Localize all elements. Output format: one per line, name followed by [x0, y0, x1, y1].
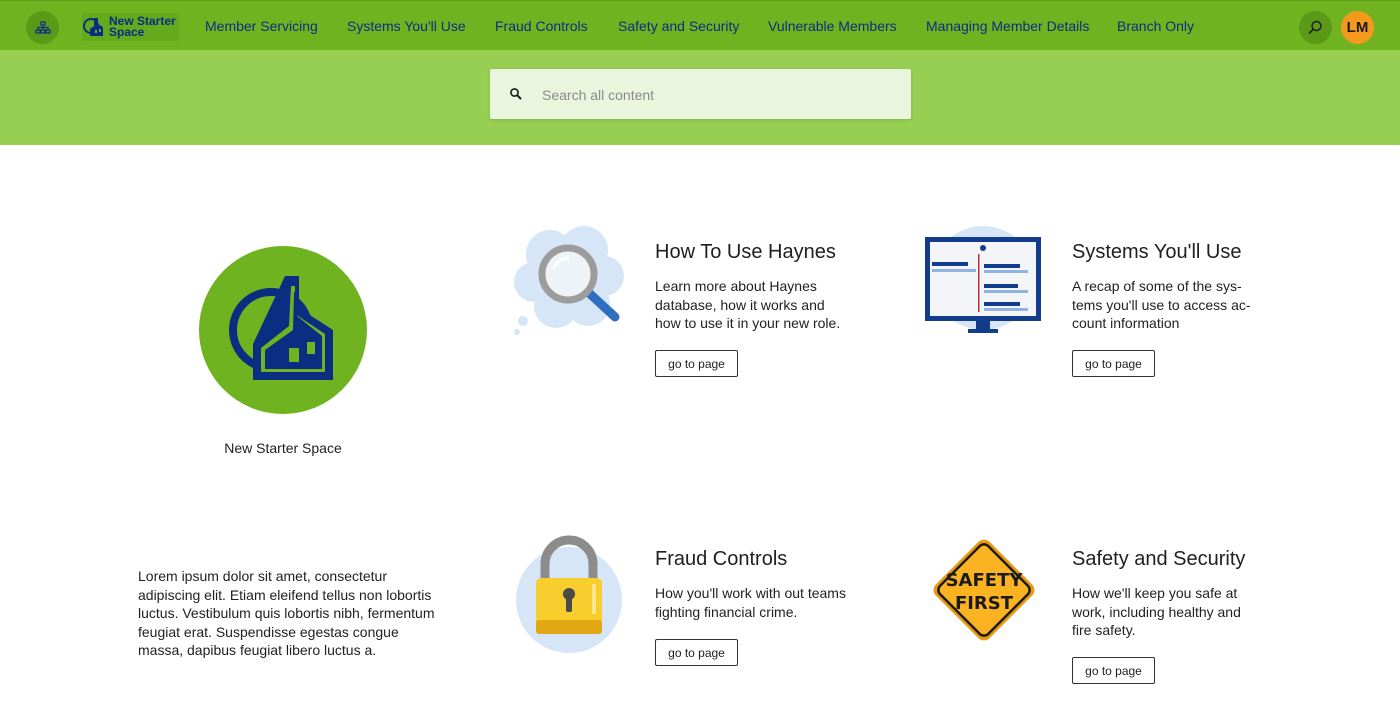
sign-text-safety: SAFETY — [946, 570, 1024, 591]
magnifier-cloud-icon — [512, 224, 627, 341]
intro-text: Lorem ipsum dolor sit amet, consectetur … — [138, 568, 435, 658]
card-title-fraud-controls: Fraud Controls — [655, 548, 788, 570]
search-icon — [1308, 20, 1322, 34]
card-title-how-to-use-haynes: How To Use Haynes — [655, 241, 836, 263]
logo-line2: Space — [109, 25, 145, 39]
monitor-icon — [922, 226, 1044, 341]
hero-logo — [199, 246, 367, 414]
nav-member-servicing[interactable]: Member Servicing — [205, 18, 318, 34]
go-to-page-button[interactable]: go to page — [655, 639, 738, 666]
header-search-button[interactable] — [1299, 11, 1332, 44]
nav-managing-member-details[interactable]: Managing Member Details — [926, 18, 1089, 34]
user-avatar[interactable]: LM — [1341, 11, 1374, 44]
house-logo-icon — [83, 18, 103, 36]
nav-safety-and-security[interactable]: Safety and Security — [618, 18, 739, 34]
sitemap-button[interactable] — [26, 11, 59, 44]
padlock-icon — [512, 532, 627, 659]
card-description: How you'll work with out teams fighting … — [655, 585, 846, 620]
nav-fraud-controls[interactable]: Fraud Controls — [495, 18, 588, 34]
card-description: A recap of some of the sys-tems you'll u… — [1072, 278, 1251, 331]
card-title-systems-youll-use: Systems You'll Use — [1072, 241, 1242, 263]
top-navigation-bar: New Starter Space Member Servicing Syste… — [0, 0, 1400, 50]
hero-label: New Starter Space — [224, 440, 342, 456]
nav-systems-youll-use[interactable]: Systems You'll Use — [347, 18, 466, 34]
go-to-page-button[interactable]: go to page — [1072, 350, 1155, 377]
card-description: How we'll keep you safe at work, includi… — [1072, 585, 1241, 638]
magnifier-icon — [510, 88, 522, 100]
sitemap-icon — [34, 20, 51, 34]
search-input[interactable] — [540, 82, 894, 108]
sign-text-first: FIRST — [955, 593, 1014, 614]
go-to-page-button[interactable]: go to page — [655, 350, 738, 377]
nav-vulnerable-members[interactable]: Vulnerable Members — [768, 18, 897, 34]
card-title-safety-and-security: Safety and Security — [1072, 548, 1246, 570]
safety-sign-icon: SAFETY FIRST — [922, 528, 1046, 657]
site-logo[interactable]: New Starter Space — [82, 13, 179, 41]
logo-text: New Starter Space — [109, 15, 179, 39]
search-box[interactable] — [490, 69, 911, 119]
house-logo-icon — [229, 276, 333, 380]
go-to-page-button[interactable]: go to page — [1072, 657, 1155, 684]
card-description: Learn more about Haynes database, how it… — [655, 278, 841, 331]
nav-branch-only[interactable]: Branch Only — [1117, 18, 1194, 34]
